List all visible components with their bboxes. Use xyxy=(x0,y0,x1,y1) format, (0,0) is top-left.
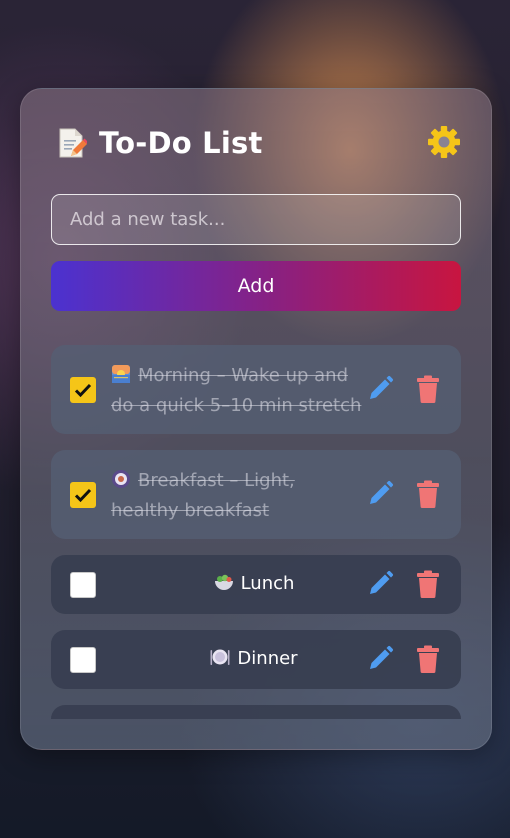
task-item: Lunch xyxy=(51,555,461,614)
task-checkbox[interactable] xyxy=(70,647,96,673)
task-checkbox[interactable] xyxy=(70,482,96,508)
task-item: Morning – Wake up and do a quick 5–10 mi… xyxy=(51,345,461,434)
trash-icon[interactable] xyxy=(415,480,441,508)
trash-icon[interactable] xyxy=(415,570,441,598)
pencil-icon[interactable] xyxy=(366,570,394,598)
task-text: Morning – Wake up and do a quick 5–10 mi… xyxy=(111,361,363,421)
trash-icon[interactable] xyxy=(415,375,441,403)
check-icon xyxy=(74,383,92,398)
trash-icon[interactable] xyxy=(415,645,441,673)
task-label: Morning – Wake up and do a quick 5–10 mi… xyxy=(111,365,362,416)
header: To-Do List xyxy=(57,123,461,163)
todo-card: To-Do List Add a new task... Add Morning… xyxy=(20,88,492,750)
pencil-icon[interactable] xyxy=(366,375,394,403)
gear-icon[interactable] xyxy=(427,125,461,159)
sunrise-emoji xyxy=(112,365,130,383)
task-list[interactable]: Morning – Wake up and do a quick 5–10 mi… xyxy=(51,345,461,719)
task-label: Breakfast – Light, healthy breakfast xyxy=(111,470,295,521)
pencil-icon[interactable] xyxy=(366,645,394,673)
task-text: Breakfast – Light, healthy breakfast xyxy=(111,466,363,526)
page-title: To-Do List xyxy=(99,126,263,160)
new-task-input[interactable] xyxy=(51,194,461,245)
task-text: Dinner xyxy=(159,644,349,674)
salad-emoji xyxy=(214,574,233,590)
document-pencil-icon xyxy=(59,128,87,158)
plate-emoji xyxy=(210,649,230,665)
task-checkbox[interactable] xyxy=(70,377,96,403)
task-label: Dinner xyxy=(237,648,298,669)
task-label: Lunch xyxy=(240,573,295,594)
task-item: Dinner xyxy=(51,630,461,689)
pencil-icon[interactable] xyxy=(366,480,394,508)
task-item: Breakfast – Light, healthy breakfast xyxy=(51,450,461,539)
task-item xyxy=(51,705,461,719)
coffee-emoji xyxy=(112,470,130,488)
task-text: Lunch xyxy=(159,569,349,599)
task-checkbox[interactable] xyxy=(70,572,96,598)
add-task-button[interactable]: Add xyxy=(51,261,461,311)
check-icon xyxy=(74,488,92,503)
